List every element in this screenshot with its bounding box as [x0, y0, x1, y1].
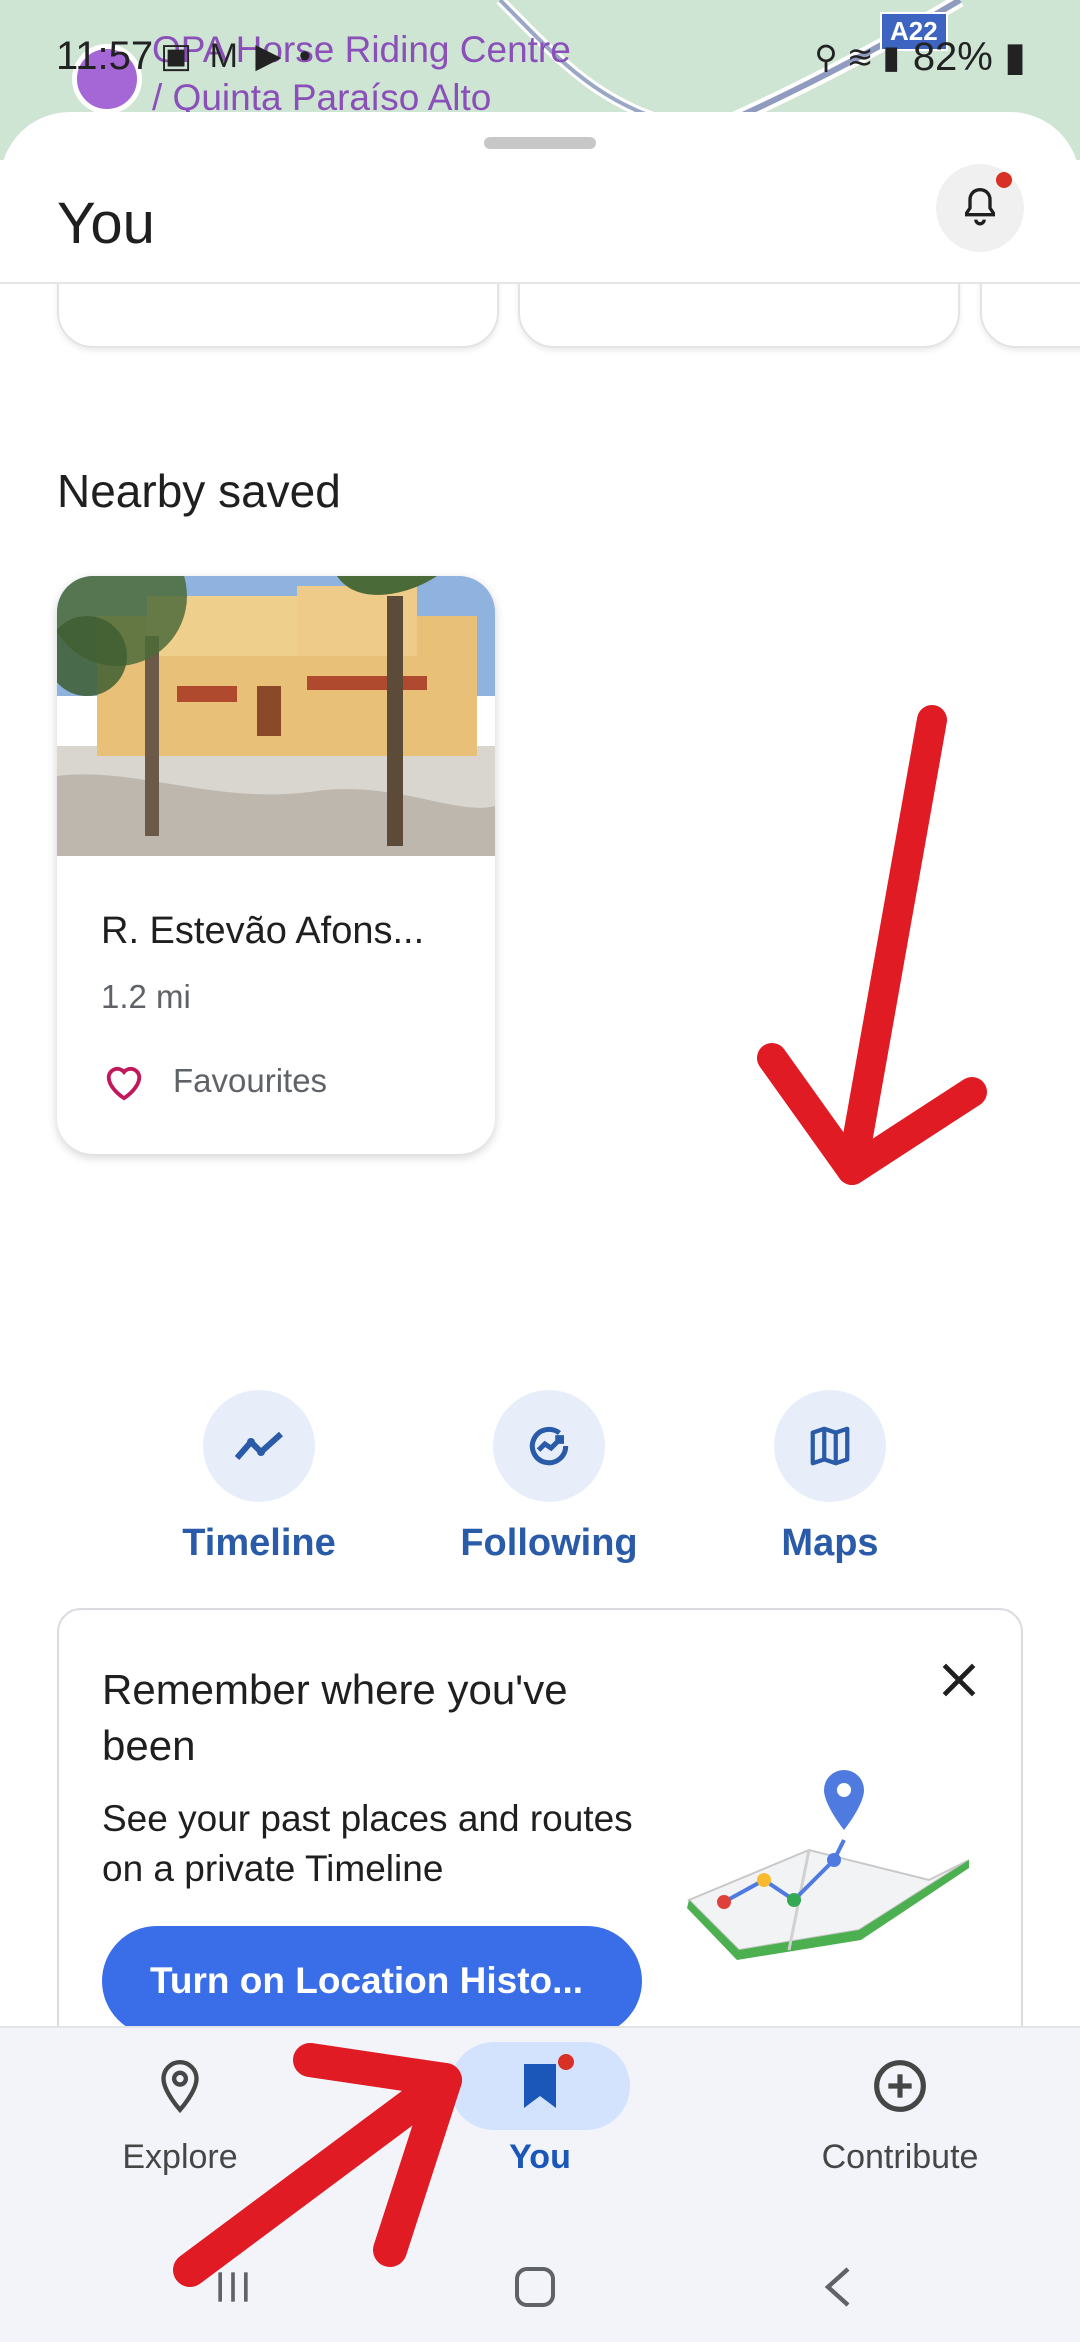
timeline-circle [203, 1390, 315, 1502]
following-circle [493, 1390, 605, 1502]
close-icon [942, 1663, 976, 1697]
place-name: R. Estevão Afons... [101, 910, 425, 952]
promo-description: See your past places and routes on a pri… [102, 1798, 633, 1889]
promo-title: Remember where you've been [102, 1666, 568, 1769]
nav-you[interactable]: You [390, 2042, 690, 2222]
saved-list-card[interactable] [518, 284, 960, 348]
you-sheet: You Nearby saved R. Estevão Afons... 1.2… [0, 112, 1080, 2340]
nearby-saved-title: Nearby saved [57, 465, 341, 517]
timeline-label: Timeline [182, 1522, 336, 1564]
place-photo [57, 576, 495, 856]
promo-close-button[interactable] [929, 1650, 989, 1710]
signal-icons: ⚲ ≋ ▮ [814, 39, 900, 75]
status-notification-icons: ▣ M ▶ • [160, 37, 315, 75]
nav-you-notification-dot [558, 2054, 574, 2070]
following-icon [529, 1426, 569, 1466]
back-button[interactable] [798, 2252, 878, 2322]
add-circle-icon [874, 2060, 926, 2112]
notifications-button[interactable] [936, 164, 1024, 252]
home-icon [515, 2267, 555, 2307]
location-pin-icon [161, 2059, 199, 2114]
place-list-name: Favourites [173, 1062, 328, 1099]
nav-contribute-pill [810, 2042, 990, 2130]
following-button[interactable]: Following [439, 1390, 659, 1580]
maps-circle [774, 1390, 886, 1502]
place-list-tag: Favourites [101, 1056, 327, 1106]
heart-outline-icon [106, 1066, 142, 1101]
sheet-drag-handle[interactable] [484, 137, 596, 149]
nav-contribute-label: Contribute [821, 2138, 979, 2176]
sheet-header: You [0, 172, 1080, 292]
recent-apps-icon [218, 2272, 248, 2302]
battery-percent: 82% [912, 35, 993, 79]
turn-on-location-history-button[interactable]: Turn on Location Histo... [102, 1926, 642, 2036]
bookmark-icon [524, 2064, 556, 2108]
location-history-promo: Remember where you've been See your past… [57, 1608, 1023, 2078]
nav-contribute[interactable]: Contribute [750, 2042, 1050, 2222]
saved-lists-row [0, 284, 1080, 364]
maps-button[interactable]: Maps [720, 1390, 940, 1580]
page-title: You [57, 191, 155, 256]
status-time: 11:57 [56, 34, 154, 78]
maps-label: Maps [781, 1522, 879, 1564]
battery-level: 82% ▮ [912, 35, 1026, 79]
nav-explore-pill [90, 2042, 270, 2130]
nav-explore[interactable]: Explore [30, 2042, 330, 2222]
nearby-place-card[interactable]: R. Estevão Afons... 1.2 mi Favourites [57, 576, 495, 1154]
timeline-map-illustration [687, 1770, 970, 1960]
home-button[interactable] [495, 2252, 575, 2322]
timeline-icon [234, 1431, 284, 1460]
nav-you-label: You [509, 2138, 571, 2176]
bell-icon [965, 187, 995, 226]
nav-you-pill [450, 2042, 630, 2130]
back-icon [824, 2267, 850, 2307]
map-icon [810, 1426, 850, 1466]
saved-list-card[interactable] [57, 284, 499, 348]
place-distance: 1.2 mi [101, 978, 191, 1015]
recent-apps-button[interactable] [193, 2252, 273, 2322]
timeline-button[interactable]: Timeline [149, 1390, 369, 1580]
system-navigation-bar [0, 2232, 1080, 2342]
nav-explore-label: Explore [122, 2138, 238, 2176]
status-bar: 11:57 ▣ M ▶ • ⚲ ≋ ▮ 82% ▮ [0, 28, 1080, 88]
saved-list-card[interactable] [980, 284, 1080, 348]
following-label: Following [460, 1522, 638, 1564]
notification-dot [996, 172, 1012, 188]
bottom-navigation: Explore You Contribute [0, 2026, 1080, 2342]
